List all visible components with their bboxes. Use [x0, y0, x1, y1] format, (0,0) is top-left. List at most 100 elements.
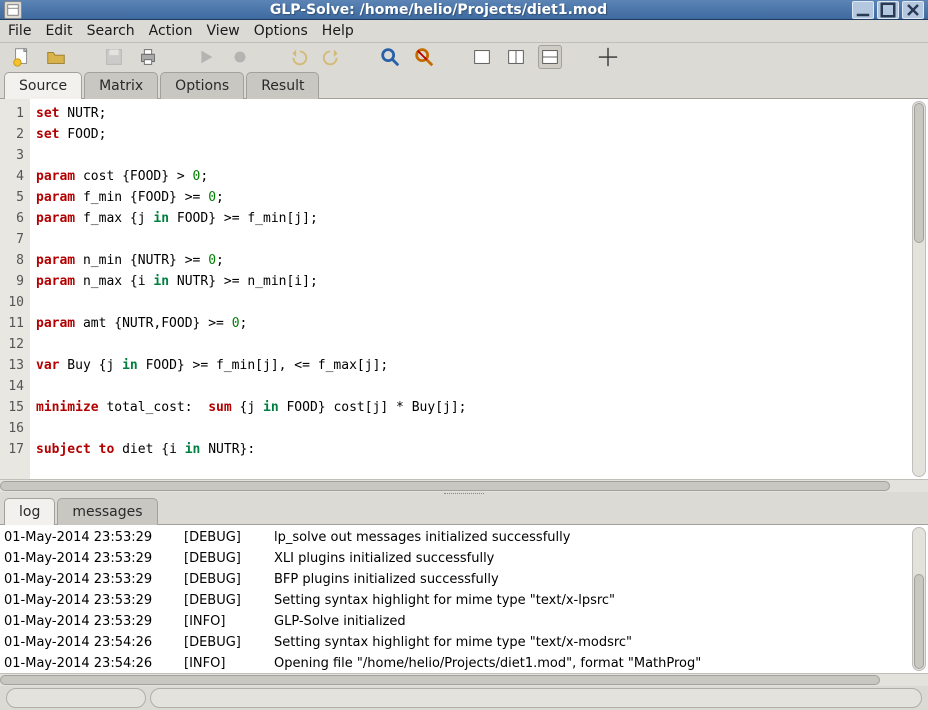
- code-line[interactable]: [36, 418, 922, 439]
- line-number: 6: [0, 208, 24, 229]
- code-line[interactable]: minimize total_cost: sum {j in FOOD} cos…: [36, 397, 922, 418]
- code-line[interactable]: param f_max {j in FOOD} >= f_min[j];: [36, 208, 922, 229]
- status-message-cell: [150, 688, 922, 708]
- editor-vertical-scrollbar[interactable]: [912, 101, 926, 477]
- new-file-icon[interactable]: [10, 45, 34, 69]
- undo-icon[interactable]: [286, 45, 310, 69]
- log-message: Setting syntax highlight for mime type "…: [274, 593, 615, 608]
- code-line[interactable]: param cost {FOOD} > 0;: [36, 166, 922, 187]
- log-row: 01-May-2014 23:54:26[INFO]Opening file "…: [4, 653, 924, 673]
- scrollbar-thumb[interactable]: [914, 103, 924, 243]
- code-line[interactable]: param n_max {i in NUTR} >= n_min[i];: [36, 271, 922, 292]
- line-number: 10: [0, 292, 24, 313]
- panel-right-icon[interactable]: [504, 45, 528, 69]
- menu-file[interactable]: File: [8, 23, 31, 39]
- panel-left-icon[interactable]: [470, 45, 494, 69]
- code-line[interactable]: [36, 376, 922, 397]
- log-message: GLP-Solve initialized: [274, 614, 406, 629]
- menu-edit[interactable]: Edit: [45, 23, 72, 39]
- log-message: Setting syntax highlight for mime type "…: [274, 635, 632, 650]
- log-timestamp: 01-May-2014 23:53:29: [4, 569, 184, 590]
- progress-cell: [6, 688, 146, 708]
- editor-tab-bar: Source Matrix Options Result: [0, 71, 928, 99]
- tab-options[interactable]: Options: [160, 72, 244, 99]
- log-message: Opening file "/home/helio/Projects/diet1…: [274, 656, 701, 671]
- print-icon[interactable]: [136, 45, 160, 69]
- log-vertical-scrollbar[interactable]: [912, 527, 926, 671]
- code-content[interactable]: set NUTR;set FOOD; param cost {FOOD} > 0;…: [30, 99, 928, 479]
- menu-options[interactable]: Options: [254, 23, 308, 39]
- scrollbar-thumb[interactable]: [0, 481, 890, 491]
- close-button[interactable]: [902, 1, 924, 19]
- log-level: [DEBUG]: [184, 632, 274, 653]
- log-area[interactable]: 01-May-2014 23:53:29[DEBUG]lp_solve out …: [0, 525, 928, 673]
- line-number: 2: [0, 124, 24, 145]
- line-number: 1: [0, 103, 24, 124]
- log-level: [DEBUG]: [184, 548, 274, 569]
- log-row: 01-May-2014 23:53:29[DEBUG]BFP plugins i…: [4, 569, 924, 590]
- log-horizontal-scrollbar[interactable]: [0, 673, 928, 686]
- log-level: [DEBUG]: [184, 590, 274, 611]
- log-row: 01-May-2014 23:53:29[DEBUG]lp_solve out …: [4, 527, 924, 548]
- line-number: 13: [0, 355, 24, 376]
- log-level: [INFO]: [184, 611, 274, 632]
- crosshair-icon[interactable]: [596, 45, 620, 69]
- line-number: 4: [0, 166, 24, 187]
- menu-help[interactable]: Help: [322, 23, 354, 39]
- tab-matrix[interactable]: Matrix: [84, 72, 158, 99]
- line-number: 3: [0, 145, 24, 166]
- line-number: 7: [0, 229, 24, 250]
- menu-search[interactable]: Search: [87, 23, 135, 39]
- line-number: 9: [0, 271, 24, 292]
- find-icon[interactable]: [378, 45, 402, 69]
- log-timestamp: 01-May-2014 23:53:29: [4, 527, 184, 548]
- code-line[interactable]: param n_min {NUTR} >= 0;: [36, 250, 922, 271]
- find-replace-icon[interactable]: [412, 45, 436, 69]
- line-number: 12: [0, 334, 24, 355]
- code-line[interactable]: param amt {NUTR,FOOD} >= 0;: [36, 313, 922, 334]
- code-line[interactable]: subject to diet {i in NUTR}:: [36, 439, 922, 460]
- scrollbar-thumb[interactable]: [0, 675, 880, 685]
- line-number: 17: [0, 439, 24, 460]
- log-level: [INFO]: [184, 653, 274, 673]
- editor-horizontal-scrollbar[interactable]: [0, 479, 928, 492]
- code-line[interactable]: param f_min {FOOD} >= 0;: [36, 187, 922, 208]
- tab-result[interactable]: Result: [246, 72, 319, 99]
- tab-messages[interactable]: messages: [57, 498, 157, 525]
- log-row: 01-May-2014 23:54:26[DEBUG]Setting synta…: [4, 632, 924, 653]
- code-line[interactable]: [36, 334, 922, 355]
- panel-both-icon[interactable]: [538, 45, 562, 69]
- redo-icon[interactable]: [320, 45, 344, 69]
- maximize-button[interactable]: [877, 1, 899, 19]
- code-line[interactable]: var Buy {j in FOOD} >= f_min[j], <= f_ma…: [36, 355, 922, 376]
- minimize-button[interactable]: [852, 1, 874, 19]
- log-row: 01-May-2014 23:53:29[DEBUG]Setting synta…: [4, 590, 924, 611]
- log-timestamp: 01-May-2014 23:53:29: [4, 548, 184, 569]
- log-row: 01-May-2014 23:53:29[INFO]GLP-Solve init…: [4, 611, 924, 632]
- editor-area[interactable]: 1234567891011121314151617 set NUTR;set F…: [0, 99, 928, 479]
- line-gutter: 1234567891011121314151617: [0, 99, 30, 479]
- scrollbar-thumb[interactable]: [914, 574, 924, 669]
- log-timestamp: 01-May-2014 23:54:26: [4, 632, 184, 653]
- save-icon[interactable]: [102, 45, 126, 69]
- log-timestamp: 01-May-2014 23:53:29: [4, 611, 184, 632]
- menu-action[interactable]: Action: [149, 23, 193, 39]
- line-number: 8: [0, 250, 24, 271]
- line-number: 11: [0, 313, 24, 334]
- app-icon: [4, 1, 22, 19]
- tab-log[interactable]: log: [4, 498, 55, 525]
- code-line[interactable]: [36, 145, 922, 166]
- code-line[interactable]: [36, 229, 922, 250]
- line-number: 14: [0, 376, 24, 397]
- line-number: 15: [0, 397, 24, 418]
- open-file-icon[interactable]: [44, 45, 68, 69]
- log-message: XLI plugins initialized successfully: [274, 551, 494, 566]
- code-line[interactable]: set NUTR;: [36, 103, 922, 124]
- menu-view[interactable]: View: [207, 23, 240, 39]
- log-message: BFP plugins initialized successfully: [274, 572, 499, 587]
- record-icon[interactable]: [228, 45, 252, 69]
- tab-source[interactable]: Source: [4, 72, 82, 99]
- code-line[interactable]: set FOOD;: [36, 124, 922, 145]
- run-icon[interactable]: [194, 45, 218, 69]
- code-line[interactable]: [36, 292, 922, 313]
